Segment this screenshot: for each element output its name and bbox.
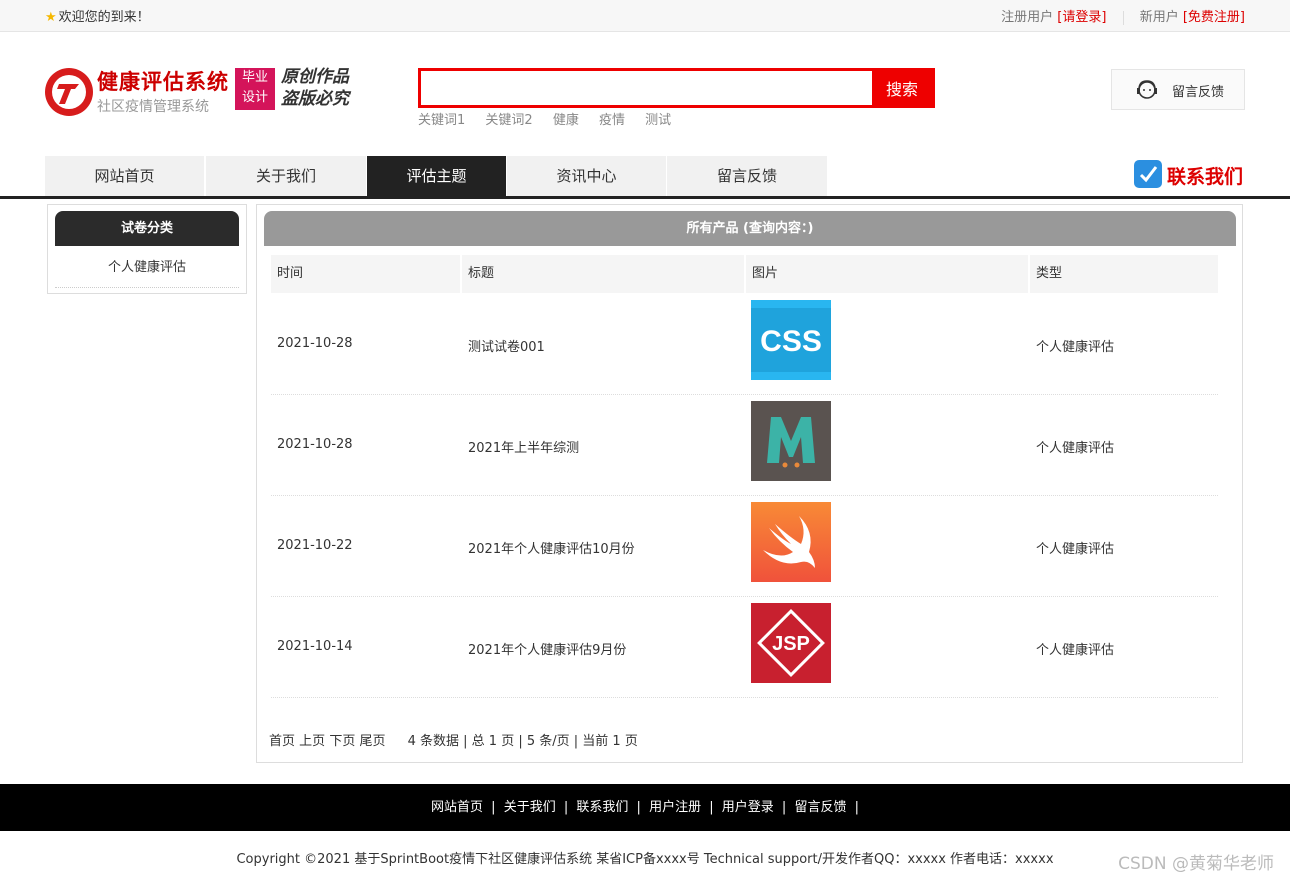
footer-link-register[interactable]: 用户注册: [649, 800, 701, 815]
footer-link-login[interactable]: 用户登录: [722, 800, 774, 815]
footer-separator: |: [781, 800, 787, 815]
meteor-logo-thumbnail[interactable]: [751, 401, 831, 481]
pagination: 首页 上页 下页 尾页 4 条数据 | 总 1 页 | 5 条/页 | 当前 1…: [269, 730, 638, 749]
css-logo-thumbnail[interactable]: CSS: [751, 300, 831, 380]
site-logo[interactable]: 健康评估系统 社区疫情管理系统 毕业 设计 原创作品 盗版必究: [45, 66, 365, 118]
hotword-link[interactable]: 疫情: [599, 113, 625, 128]
row-title-link[interactable]: 测试试卷001: [468, 336, 545, 355]
row-date: 2021-10-28: [277, 437, 353, 452]
pager-last-link[interactable]: 尾页: [359, 734, 385, 749]
site-subtitle: 社区疫情管理系统: [97, 99, 209, 115]
login-link[interactable]: [请登录]: [1057, 10, 1106, 25]
graduation-badge: 毕业 设计: [235, 68, 275, 110]
signup-link[interactable]: [免费注册]: [1183, 10, 1245, 25]
account-links: 注册用户 [请登录] 新用户 [免费注册]: [1001, 6, 1245, 25]
footer-link-contact[interactable]: 联系我们: [576, 800, 628, 815]
pager-summary: 4 条数据 | 总 1 页 | 5 条/页 | 当前 1 页: [407, 734, 638, 749]
hotword-link[interactable]: 关键词1: [418, 113, 465, 128]
register-user-label: 注册用户: [1001, 10, 1054, 25]
new-user-label: 新用户: [1139, 10, 1179, 25]
footer-separator: |: [563, 800, 569, 815]
logo-icon: [45, 68, 93, 116]
category-sidebar: 试卷分类 个人健康评估: [47, 204, 247, 294]
pager-next-link[interactable]: 下页: [329, 734, 355, 749]
svg-text:CSS: CSS: [760, 325, 822, 358]
row-type: 个人健康评估: [1036, 441, 1115, 456]
sidebar-item-personal-health[interactable]: 个人健康评估: [55, 254, 239, 288]
hotword-link[interactable]: 关键词2: [485, 113, 532, 128]
swift-logo-thumbnail[interactable]: [751, 502, 831, 582]
feedback-label: 留言反馈: [1172, 85, 1225, 100]
nav-underline: [0, 196, 1290, 199]
svg-text:JSP: JSP: [772, 633, 810, 655]
row-date: 2021-10-14: [277, 639, 353, 654]
column-header-image: 图片: [746, 255, 1028, 293]
search-input[interactable]: [421, 71, 873, 105]
contact-label: 联系我们: [1167, 166, 1244, 188]
footer-separator: |: [636, 800, 641, 815]
row-type: 个人健康评估: [1036, 542, 1115, 557]
panel-heading: 所有产品 (查询内容：): [264, 211, 1236, 246]
hot-keywords: 关键词1 关键词2 健康 疫情 测试: [418, 109, 687, 128]
nav-item-about[interactable]: 关于我们: [206, 156, 367, 196]
column-header-title: 标题: [462, 255, 744, 293]
row-title-link[interactable]: 2021年上半年综测: [468, 437, 579, 456]
nav-item-assessment[interactable]: 评估主题: [367, 156, 507, 196]
footer-link-home[interactable]: 网站首页: [431, 800, 483, 815]
column-header-date: 时间: [271, 255, 460, 293]
table-row: 2021-10-14 2021年个人健康评估9月份 JSP 个人健康评估: [271, 597, 1218, 698]
welcome-text: ★ 欢迎您的到来！: [45, 10, 150, 25]
nav-item-news[interactable]: 资讯中心: [507, 156, 667, 196]
pager-prev-link[interactable]: 上页: [299, 734, 325, 749]
row-date: 2021-10-22: [277, 538, 353, 553]
row-type: 个人健康评估: [1036, 643, 1115, 658]
row-date: 2021-10-28: [277, 336, 353, 351]
jsp-logo-thumbnail[interactable]: JSP: [751, 603, 831, 683]
footer-nav: 网站首页 | 关于我们 | 联系我们 | 用户注册 | 用户登录 | 留言反馈 …: [0, 784, 1290, 831]
hotword-link[interactable]: 测试: [645, 113, 671, 128]
nav-item-home[interactable]: 网站首页: [45, 156, 205, 196]
search-box: 搜索: [418, 68, 935, 108]
site-title: 健康评估系统: [97, 70, 229, 94]
copyright-text: Copyright ©2021 基于SprintBoot疫情下社区健康评估系统 …: [236, 852, 1054, 867]
top-bar: ★ 欢迎您的到来！ 注册用户 [请登录] 新用户 [免费注册]: [0, 0, 1290, 32]
row-type: 个人健康评估: [1036, 340, 1115, 355]
footer-link-feedback[interactable]: 留言反馈: [794, 800, 846, 815]
watermark: CSDN @黄菊华老师: [1118, 854, 1274, 874]
divider: [1122, 10, 1124, 25]
star-icon: ★: [45, 10, 57, 25]
customer-service-icon: [1134, 78, 1160, 106]
slogan: 原创作品 盗版必究: [281, 67, 349, 109]
contact-icon: [1134, 160, 1162, 188]
table-row: 2021-10-28 2021年上半年综测 个人健康评估: [271, 395, 1218, 496]
footer-link-about[interactable]: 关于我们: [504, 800, 556, 815]
column-header-type: 类型: [1030, 255, 1218, 293]
nav-item-feedback[interactable]: 留言反馈: [667, 156, 828, 196]
footer-separator: |: [709, 800, 714, 815]
row-title-link[interactable]: 2021年个人健康评估9月份: [468, 639, 626, 658]
table-row: 2021-10-22 2021年个人健康评估10月份 个人健康评估: [271, 496, 1218, 597]
search-button[interactable]: 搜索: [872, 71, 932, 105]
pager-first-link[interactable]: 首页: [269, 734, 295, 749]
footer-separator: |: [854, 800, 859, 815]
feedback-button[interactable]: 留言反馈: [1111, 69, 1245, 110]
footer-separator: |: [491, 800, 496, 815]
hotword-link[interactable]: 健康: [553, 113, 579, 128]
table-row: 2021-10-28 测试试卷001 CSS 个人健康评估: [271, 294, 1218, 395]
product-list-panel: 所有产品 (查询内容：) 时间 标题 图片 类型 2021-10-28 测试试卷…: [256, 204, 1243, 763]
row-title-link[interactable]: 2021年个人健康评估10月份: [468, 538, 635, 557]
sidebar-heading: 试卷分类: [55, 211, 239, 246]
